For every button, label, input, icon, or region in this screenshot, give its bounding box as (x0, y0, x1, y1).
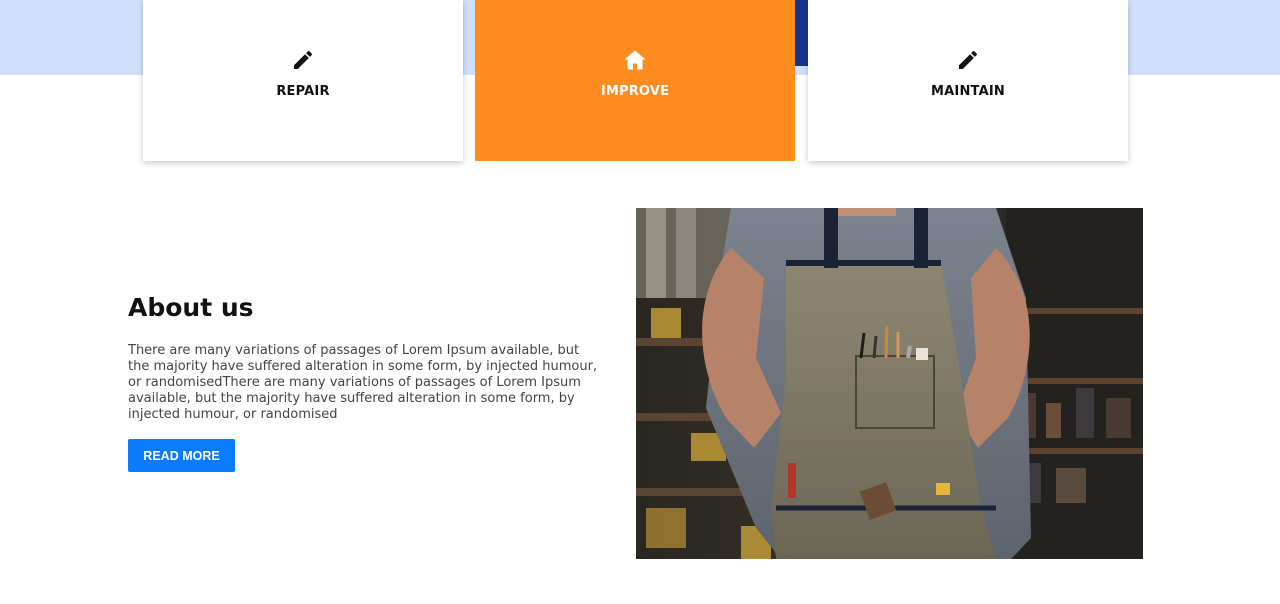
service-card-improve[interactable]: IMPROVE (475, 0, 795, 161)
home-icon (624, 50, 646, 70)
craftsman-photo (636, 208, 1143, 559)
hero-band-accent (795, 0, 808, 66)
service-label-repair: REPAIR (276, 84, 330, 99)
about-title: About us (128, 293, 254, 322)
service-card-repair[interactable]: REPAIR (143, 0, 463, 161)
pencil-icon (959, 50, 978, 69)
service-label-maintain: MAINTAIN (931, 84, 1005, 99)
pencil-icon (294, 50, 313, 69)
service-label-improve: IMPROVE (600, 84, 670, 99)
about-description: There are many variations of passages of… (128, 343, 598, 422)
service-card-maintain[interactable]: MAINTAIN (808, 0, 1128, 161)
read-more-button[interactable]: READ MORE (128, 439, 235, 472)
